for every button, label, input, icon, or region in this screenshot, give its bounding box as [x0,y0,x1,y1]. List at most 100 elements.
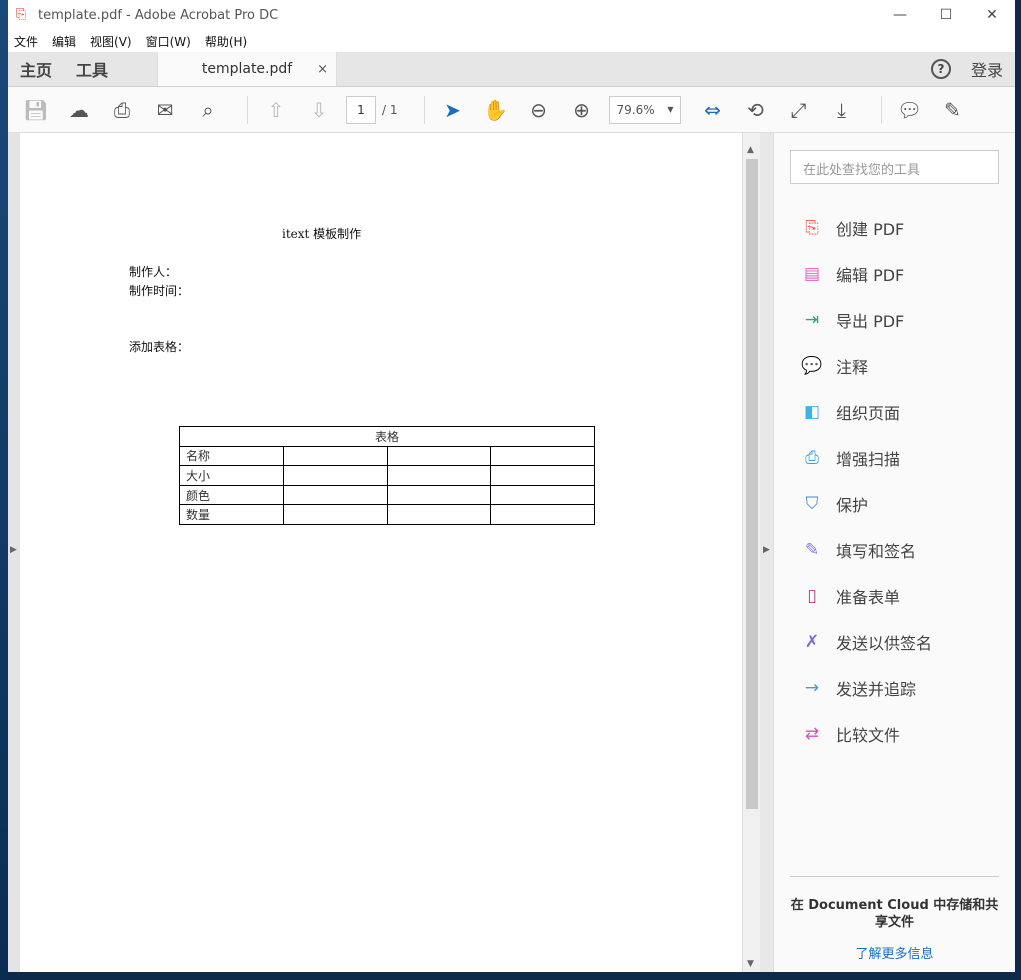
save-icon[interactable]: 💾︎ [20,94,52,126]
tool-item[interactable]: ⎙ 增强扫描 [800,435,932,481]
tool-label: 导出 PDF [836,312,905,331]
table-row: 颜色 [179,484,595,506]
tool-label: 发送以供签名 [836,634,933,653]
zoom-value: 79.6% [616,102,655,117]
page-total: / 1 [382,102,398,117]
tool-item[interactable]: ▤ 编辑 PDF [800,251,932,297]
tool-item[interactable]: ✗ 发送以供签名 [800,619,932,665]
menu-view[interactable]: 视图(V) [90,33,132,50]
tool-icon: ⎙ [805,448,819,468]
right-panel-toggle[interactable]: ▶ [760,133,773,972]
close-button[interactable]: ✕ [969,7,1015,23]
menu-file[interactable]: 文件 [14,33,38,50]
tool-label: 编辑 PDF [836,266,905,285]
zoom-select[interactable]: 79.6% ▼ [608,95,681,124]
menu-help[interactable]: 帮助(H) [205,33,247,50]
tool-icon: ⛉ [805,494,819,514]
print-icon[interactable]: ⎙ [106,94,138,126]
pdf-page: itext 模板制作 制作人： 制作时间： 添加表格： 表格 名称 大小 颜色 … [20,133,742,972]
table-cell: 大小 [179,465,284,486]
tool-icon: ⎘ [805,218,819,238]
scrollbar-thumb[interactable] [746,159,758,809]
search-icon[interactable]: ⌕ [192,94,224,126]
tool-icon: ▯ [807,586,817,606]
fullscreen-icon[interactable]: ⤢ [783,94,815,126]
doc-add-table-label: 添加表格： [129,340,190,354]
tab-document[interactable]: template.pdf × [157,52,338,86]
divider [880,95,882,124]
tool-label: 发送并追踪 [836,680,917,699]
tool-icon: → [804,678,820,698]
vertical-scrollbar[interactable]: ▲ ▼ [742,133,760,972]
doc-title: itext 模板制作 [282,227,362,241]
page-number-input[interactable]: 1 [346,95,376,124]
email-icon[interactable]: ✉ [149,94,181,126]
table-header: 表格 [179,426,595,447]
tool-label: 组织页面 [836,404,901,423]
tool-icon: ▤ [803,264,821,284]
menu-bar: 文件 编辑 视图(V) 窗口(W) 帮助(H) [8,30,1015,52]
cloud-promo-text: 在 Document Cloud 中存储和共享文件 [790,898,999,930]
desktop-background [0,0,8,980]
table-cell: 名称 [179,445,284,467]
tool-label: 填写和签名 [836,542,917,561]
divider [423,95,425,124]
tab-tools[interactable]: 工具 [64,52,120,86]
doc-time-label: 制作时间： [129,284,190,298]
tool-item[interactable]: → 发送并追踪 [800,665,932,711]
menu-edit[interactable]: 编辑 [52,33,76,50]
tool-label: 注释 [836,358,869,377]
tab-bar: 主页 工具 template.pdf × ? 登录 [8,52,1015,87]
table-row: 数量 [179,504,595,525]
scroll-up-icon[interactable]: ▲ [747,145,754,155]
chevron-down-icon: ▼ [667,105,674,114]
select-cursor-icon[interactable]: ➤ [437,94,469,126]
tool-icon: 💬 [801,356,823,376]
tool-icon: ⇄ [804,724,820,744]
fit-width-icon[interactable]: ⇔ [697,94,729,126]
tool-icon: ⇥ [804,310,820,330]
left-panel-toggle[interactable]: ▶ [8,133,20,972]
table-row: 大小 [179,465,595,486]
previous-page-icon[interactable]: ⇧ [260,94,292,126]
scroll-down-icon[interactable]: ▼ [747,959,754,969]
tool-label: 比较文件 [836,726,901,745]
tab-document-label: template.pdf [201,61,293,77]
tool-label: 增强扫描 [836,450,901,469]
table-cell: 数量 [179,504,284,525]
tool-item[interactable]: 💬 注释 [800,343,932,389]
tool-item[interactable]: ◧ 组织页面 [800,389,932,435]
tool-item[interactable]: ✎ 填写和签名 [800,527,932,573]
tool-icon: ◧ [803,402,821,422]
menu-window[interactable]: 窗口(W) [146,33,191,50]
tool-item[interactable]: ⇥ 导出 PDF [800,297,932,343]
hand-tool-icon[interactable]: ✋ [480,94,512,126]
upload-cloud-icon[interactable]: ☁ [63,94,95,126]
tool-item[interactable]: ⇄ 比较文件 [800,711,932,757]
close-tab-icon[interactable]: × [317,62,328,77]
login-button[interactable]: 登录 [971,57,1003,81]
window-title: template.pdf - Adobe Acrobat Pro DC [38,7,279,23]
tool-item[interactable]: ▯ 准备表单 [800,573,932,619]
comment-icon[interactable]: 💬︎ [894,94,926,126]
help-icon[interactable]: ? [930,59,951,79]
tool-item[interactable]: ⎘ 创建 PDF [800,205,932,251]
doc-table: 表格 名称 大小 颜色 数量 [179,426,595,525]
scroll-mode-icon[interactable]: ⤓ [826,94,858,126]
doc-maker-label: 制作人： [129,265,178,279]
minimize-button[interactable]: — [877,7,923,23]
zoom-out-icon[interactable]: ⊖ [523,94,555,126]
maximize-button[interactable]: ☐ [923,7,969,23]
highlight-pen-icon[interactable]: ✎ [937,94,969,126]
acrobat-window: ⎘ template.pdf - Adobe Acrobat Pro DC — … [8,0,1015,972]
zoom-in-icon[interactable]: ⊕ [566,94,598,126]
tool-item[interactable]: ⛉ 保护 [800,481,932,527]
learn-more-link[interactable]: 了解更多信息 [790,943,999,962]
tab-home[interactable]: 主页 [8,52,64,86]
rotate-page-icon[interactable]: ⟲ [740,94,772,126]
tool-search-input[interactable]: 在此处查找您的工具 [790,150,999,184]
next-page-icon[interactable]: ⇩ [303,94,335,126]
tools-panel: 在此处查找您的工具 ⎘ 创建 PDF ▤ 编辑 PDF ⇥ 导出 PDF 💬 注释 ◧ 组织页面 ⎙… [773,133,1015,972]
divider [247,95,248,124]
tool-label: 保护 [836,496,869,515]
